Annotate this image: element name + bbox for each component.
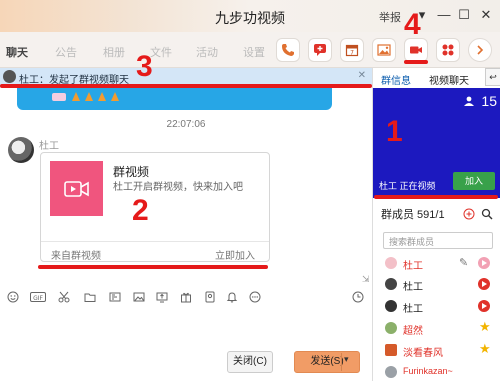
video-status: 杜工 正在视频 (379, 181, 436, 191)
tab-settings[interactable]: 设置 (243, 44, 265, 60)
annotation-3: 3 (136, 50, 153, 83)
phone-icon[interactable] (276, 38, 300, 62)
message-bubble (17, 86, 332, 110)
tab-activity[interactable]: 活动 (196, 44, 218, 60)
calendar-icon[interactable]: 7 (340, 38, 364, 62)
screenshot-icon[interactable] (109, 291, 121, 303)
member-search-input[interactable]: 搜索群成员 (383, 232, 493, 249)
close-button[interactable]: 关闭(C) (227, 351, 273, 373)
chevron-down-icon[interactable]: ▾ (344, 354, 349, 365)
member-row[interactable]: 超然 ★ (381, 319, 499, 337)
card-title: 群视频 (113, 165, 150, 179)
chevron-right-icon[interactable] (468, 38, 492, 62)
collapse-icon[interactable]: ⇲ (362, 274, 370, 285)
annotation-4: 4 (404, 8, 421, 41)
admin-badge-icon (478, 278, 490, 290)
avatar (385, 278, 397, 290)
message-icon[interactable] (308, 38, 332, 62)
gif-icon[interactable]: GIF (30, 291, 46, 303)
more-icon[interactable] (249, 291, 261, 303)
message-input[interactable]: 关闭(C) 发送(S) ▾ (0, 308, 372, 381)
join-now-link[interactable]: 立即加入 (215, 247, 255, 262)
chat-area: 22:07:06 杜工 群视频 杜工开启群视频，快来加入吧 来自群视频 立即加入… (0, 86, 372, 286)
image-icon[interactable] (133, 291, 145, 303)
title-bar: 九步功视频 举报 ▾ — ☐ ✕ (0, 0, 500, 32)
send-button[interactable]: 发送(S) (294, 351, 360, 373)
cake-stickers-icon (52, 92, 119, 101)
member-row[interactable]: 杜工 (381, 275, 499, 293)
svg-text:GIF: GIF (33, 295, 43, 302)
right-tabs: 群信息 视频聊天 ↩ (373, 68, 500, 88)
underline-video-tool (404, 60, 428, 64)
member-count: 群成员 591/1 (381, 209, 445, 221)
admin-badge-icon (478, 300, 490, 312)
history-clock-icon[interactable] (352, 291, 364, 303)
card-description: 杜工开启群视频，快来加入吧 (113, 182, 243, 193)
search-icon[interactable] (481, 208, 493, 220)
close-icon[interactable]: ✕ (358, 70, 366, 81)
card-source: 来自群视频 (51, 251, 101, 262)
member-name: Furinkazan~ (403, 366, 453, 376)
member-row[interactable]: 杜工 ✎ (381, 254, 499, 272)
red-packet-icon[interactable] (204, 291, 216, 303)
card-footer: 来自群视频 立即加入 (41, 241, 269, 262)
member-name: 杜工 (403, 261, 423, 272)
member-row[interactable]: 淡看春风 ★ (381, 341, 499, 359)
tab-group-info[interactable]: 群信息 (381, 72, 411, 87)
avatar (385, 300, 397, 312)
tab-album[interactable]: 相册 (103, 44, 125, 60)
star-icon: ★ (479, 341, 491, 356)
viewers-icon (464, 96, 474, 106)
owner-badge-icon (478, 257, 490, 269)
screen-share-icon[interactable] (156, 291, 168, 303)
send-divider (341, 353, 342, 371)
gift-icon[interactable] (180, 291, 192, 303)
tab-files[interactable]: 文件 (150, 44, 172, 60)
underline-notice (0, 84, 372, 88)
avatar (3, 70, 16, 83)
avatar (385, 322, 397, 334)
video-call-icon[interactable] (404, 38, 428, 62)
join-video-button[interactable]: 加入 (453, 172, 495, 190)
underline-card (38, 265, 268, 269)
avatar (385, 366, 397, 378)
maximize-icon[interactable]: ☐ (456, 7, 472, 23)
member-row[interactable]: 杜工 (381, 297, 499, 315)
expand-icon[interactable]: ↩ (485, 68, 500, 86)
star-icon: ★ (479, 319, 491, 334)
input-toolbar: GIF (0, 286, 372, 308)
apps-icon[interactable] (436, 38, 460, 62)
member-row[interactable]: Furinkazan~ (381, 363, 499, 381)
annotation-1: 1 (386, 115, 403, 148)
scissors-icon[interactable] (58, 291, 70, 303)
video-thumb-icon (50, 161, 103, 216)
report-link[interactable]: 举报 (379, 9, 401, 25)
tab-announcement[interactable]: 公告 (55, 44, 77, 60)
viewer-count: 15 (481, 93, 497, 109)
annotation-2: 2 (132, 194, 149, 227)
minimize-icon[interactable]: — (436, 7, 452, 23)
group-video-card[interactable]: 群视频 杜工开启群视频，快来加入吧 来自群视频 立即加入 (40, 152, 270, 262)
avatar[interactable] (8, 137, 34, 163)
folder-icon[interactable] (84, 291, 96, 303)
tab-chat[interactable]: 聊天 (6, 44, 28, 60)
sender-name[interactable]: 杜工 (39, 137, 59, 152)
avatar (385, 344, 397, 356)
member-name: 杜工 (403, 282, 423, 293)
member-name: 超然 (403, 326, 423, 337)
member-name: 淡看春风 (403, 348, 443, 359)
tab-video-chat[interactable]: 视频聊天 (429, 72, 469, 87)
image-icon[interactable] (372, 38, 396, 62)
add-member-icon[interactable] (463, 208, 475, 220)
underline-video-preview (374, 195, 498, 199)
avatar (385, 257, 397, 269)
message-timestamp: 22:07:06 (166, 119, 206, 130)
bell-icon[interactable] (226, 291, 238, 303)
svg-text:7: 7 (350, 50, 354, 57)
close-icon[interactable]: ✕ (478, 7, 494, 23)
emoji-icon[interactable] (7, 291, 19, 303)
member-name: 杜工 (403, 304, 423, 315)
edit-icon[interactable]: ✎ (459, 256, 468, 269)
